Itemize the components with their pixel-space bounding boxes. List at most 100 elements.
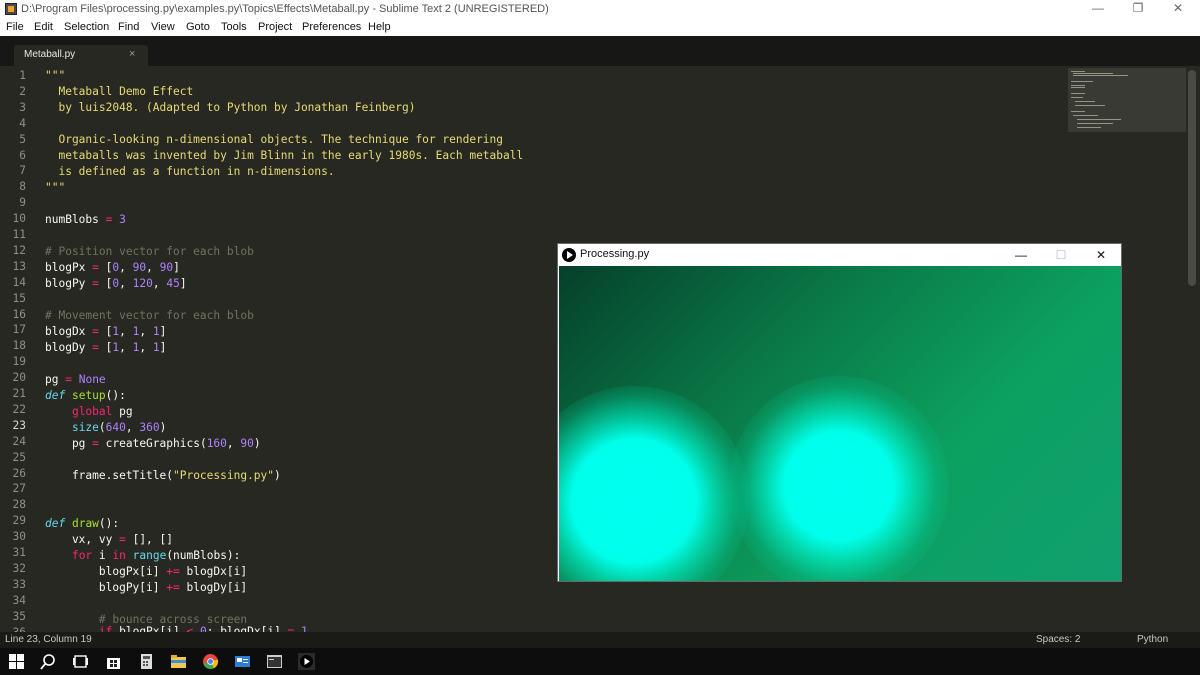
menu-file[interactable]: File [6, 21, 24, 33]
chrome-icon[interactable] [202, 653, 219, 670]
minimap-line [1077, 127, 1101, 128]
line-number: 36 [12, 625, 26, 633]
window-title: D:\Program Files\processing.py\examples.… [21, 3, 549, 15]
line-number: 6 [19, 148, 26, 162]
line-number: 19 [12, 355, 26, 369]
code-line: blogPy = [0, 120, 45] [45, 277, 187, 290]
menu-find[interactable]: Find [118, 21, 139, 33]
code-line: blogDy = [1, 1, 1] [45, 341, 167, 354]
minimap-line [1071, 85, 1085, 86]
processing-title-bar[interactable]: Processing.py — ☐ ✕ [558, 244, 1121, 266]
code-line: for i in range(numBlobs): [71, 549, 241, 562]
menu-view[interactable]: View [151, 21, 175, 33]
processing-icon[interactable] [298, 653, 315, 670]
menu-tools[interactable]: Tools [221, 21, 247, 33]
code-line: """ [45, 69, 66, 82]
line-number: 32 [12, 561, 26, 575]
code-line: is defined as a function in n-dimensions… [45, 165, 335, 178]
line-number: 25 [12, 450, 26, 464]
line-number: 29 [12, 514, 26, 528]
line-number: 7 [19, 164, 26, 178]
minimap-line [1071, 81, 1093, 82]
line-number: 10 [12, 212, 26, 226]
line-number: 5 [19, 132, 26, 146]
line-number: 20 [12, 371, 26, 385]
line-number: 24 [12, 434, 26, 448]
metaball-blob [559, 386, 749, 581]
line-number: 14 [12, 275, 26, 289]
minimap-line [1073, 73, 1113, 74]
menu-help[interactable]: Help [368, 21, 391, 33]
calculator-icon[interactable] [138, 653, 155, 670]
line-number: 2 [19, 84, 26, 98]
line-number: 16 [12, 307, 26, 321]
code-line: vx, vy = [], [] [45, 533, 173, 546]
line-number: 11 [12, 228, 26, 241]
windows-start-icon[interactable] [8, 653, 25, 670]
line-number: 22 [12, 402, 26, 416]
line-number: 30 [12, 530, 26, 544]
minimap-line [1071, 93, 1085, 94]
tab-metaball[interactable]: Metaball.py × [14, 45, 148, 66]
store-icon[interactable] [105, 653, 122, 670]
code-line: # Position vector for each blob [45, 245, 254, 258]
line-number: 13 [12, 259, 26, 273]
minimap[interactable] [1068, 68, 1186, 132]
processing-maximize-button[interactable]: ☐ [1046, 246, 1076, 264]
line-number: 21 [12, 387, 26, 400]
menu-preferences[interactable]: Preferences [302, 21, 361, 33]
line-number: 23 [12, 418, 26, 432]
code-line: blogPx[i] += blogDx[i] [45, 565, 248, 578]
terminal-icon[interactable] [266, 653, 283, 670]
minimap-line [1073, 75, 1128, 76]
tab-label: Metaball.py [24, 49, 76, 60]
minimap-line [1075, 105, 1105, 106]
search-icon[interactable] [40, 653, 57, 670]
line-number: 33 [12, 577, 26, 591]
code-line: # Movement vector for each blob [45, 309, 254, 322]
processing-window[interactable]: Processing.py — ☐ ✕ [557, 243, 1122, 582]
maximize-button[interactable]: ❐ [1118, 0, 1158, 19]
status-bar: Line 23, Column 19 Spaces: 2 Python [0, 632, 1200, 648]
cursor-position: Line 23, Column 19 [5, 634, 92, 645]
line-number: 27 [12, 482, 26, 496]
metaball-blob [729, 376, 949, 581]
task-view-icon[interactable] [72, 653, 89, 670]
line-number: 15 [12, 291, 26, 305]
menu-selection[interactable]: Selection [64, 21, 109, 33]
line-number: 26 [12, 466, 26, 480]
processing-minimize-button[interactable]: — [1006, 246, 1036, 264]
code-line: numBlobs = 3 [45, 213, 126, 226]
vertical-scrollbar[interactable] [1188, 70, 1196, 286]
file-explorer-icon[interactable] [170, 653, 187, 670]
code-line: blogPy[i] += blogDy[i] [45, 581, 248, 594]
minimap-line [1073, 115, 1098, 116]
processing-logo-icon [562, 248, 576, 262]
menu-project[interactable]: Project [258, 21, 292, 33]
close-button[interactable]: ✕ [1158, 0, 1198, 19]
mail-icon[interactable] [234, 653, 251, 670]
metaball-canvas[interactable] [559, 266, 1121, 581]
line-number: 3 [19, 100, 26, 114]
processing-window-title: Processing.py [580, 248, 650, 260]
line-number: 34 [12, 593, 26, 607]
line-number: 1 [19, 69, 26, 82]
code-line: blogDx = [1, 1, 1] [45, 325, 167, 338]
code-line: by luis2048. (Adapted to Python by Jonat… [45, 101, 416, 114]
indent-setting[interactable]: Spaces: 2 [1036, 634, 1080, 645]
line-number: 4 [19, 116, 26, 130]
minimize-button[interactable]: — [1078, 0, 1118, 19]
taskbar [0, 648, 1200, 675]
tab-close-icon[interactable]: × [129, 48, 135, 60]
minimap-line [1075, 101, 1095, 102]
line-number: 17 [12, 323, 26, 337]
minimap-line [1077, 123, 1113, 124]
processing-close-button[interactable]: ✕ [1086, 246, 1116, 264]
line-number: 28 [12, 498, 26, 512]
minimap-line [1071, 87, 1085, 88]
menu-edit[interactable]: Edit [34, 21, 53, 33]
syntax-setting[interactable]: Python [1137, 634, 1168, 645]
menu-goto[interactable]: Goto [186, 21, 210, 33]
tab-strip: Metaball.py × [0, 36, 1200, 66]
line-number: 18 [12, 339, 26, 353]
